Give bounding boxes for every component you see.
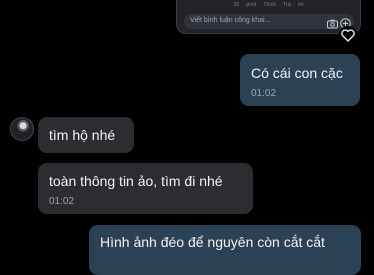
outgoing-message[interactable]: Hình ảnh đéo để nguyên còn cắt cắt: [89, 225, 361, 275]
message-text: Có cái con cặc: [251, 65, 343, 81]
comment-input[interactable]: Viết bình luận công khai...: [184, 14, 354, 29]
message-text: Hình ảnh đéo để nguyên còn cắt cắt: [100, 234, 325, 250]
like-link[interactable]: Thích: [263, 2, 276, 8]
message-text: tìm hộ nhé: [49, 127, 116, 143]
avatar[interactable]: [10, 117, 34, 141]
comment-time: 29 phút: [233, 2, 257, 8]
camera-icon[interactable]: [327, 16, 338, 34]
message-time: 01:02: [251, 88, 277, 99]
post-comment-meta: 29 phút Thích Trả lời: [177, 2, 360, 8]
outgoing-message[interactable]: Có cái con cặc 01:02: [240, 54, 360, 106]
reply-link[interactable]: Trả lời: [283, 2, 303, 8]
message-text: toàn thông tin ảo, tìm đi nhé: [49, 173, 223, 189]
shared-post-embed[interactable]: 29 phút Thích Trả lời Viết bình luận côn…: [176, 0, 361, 34]
message-time: 01:02: [49, 196, 75, 207]
comment-placeholder: Viết bình luận công khai...: [190, 17, 271, 24]
incoming-message[interactable]: tìm hộ nhé: [38, 117, 134, 153]
incoming-message[interactable]: toàn thông tin ảo, tìm đi nhé 01:02: [38, 163, 253, 214]
heart-outline-icon[interactable]: [338, 26, 358, 46]
